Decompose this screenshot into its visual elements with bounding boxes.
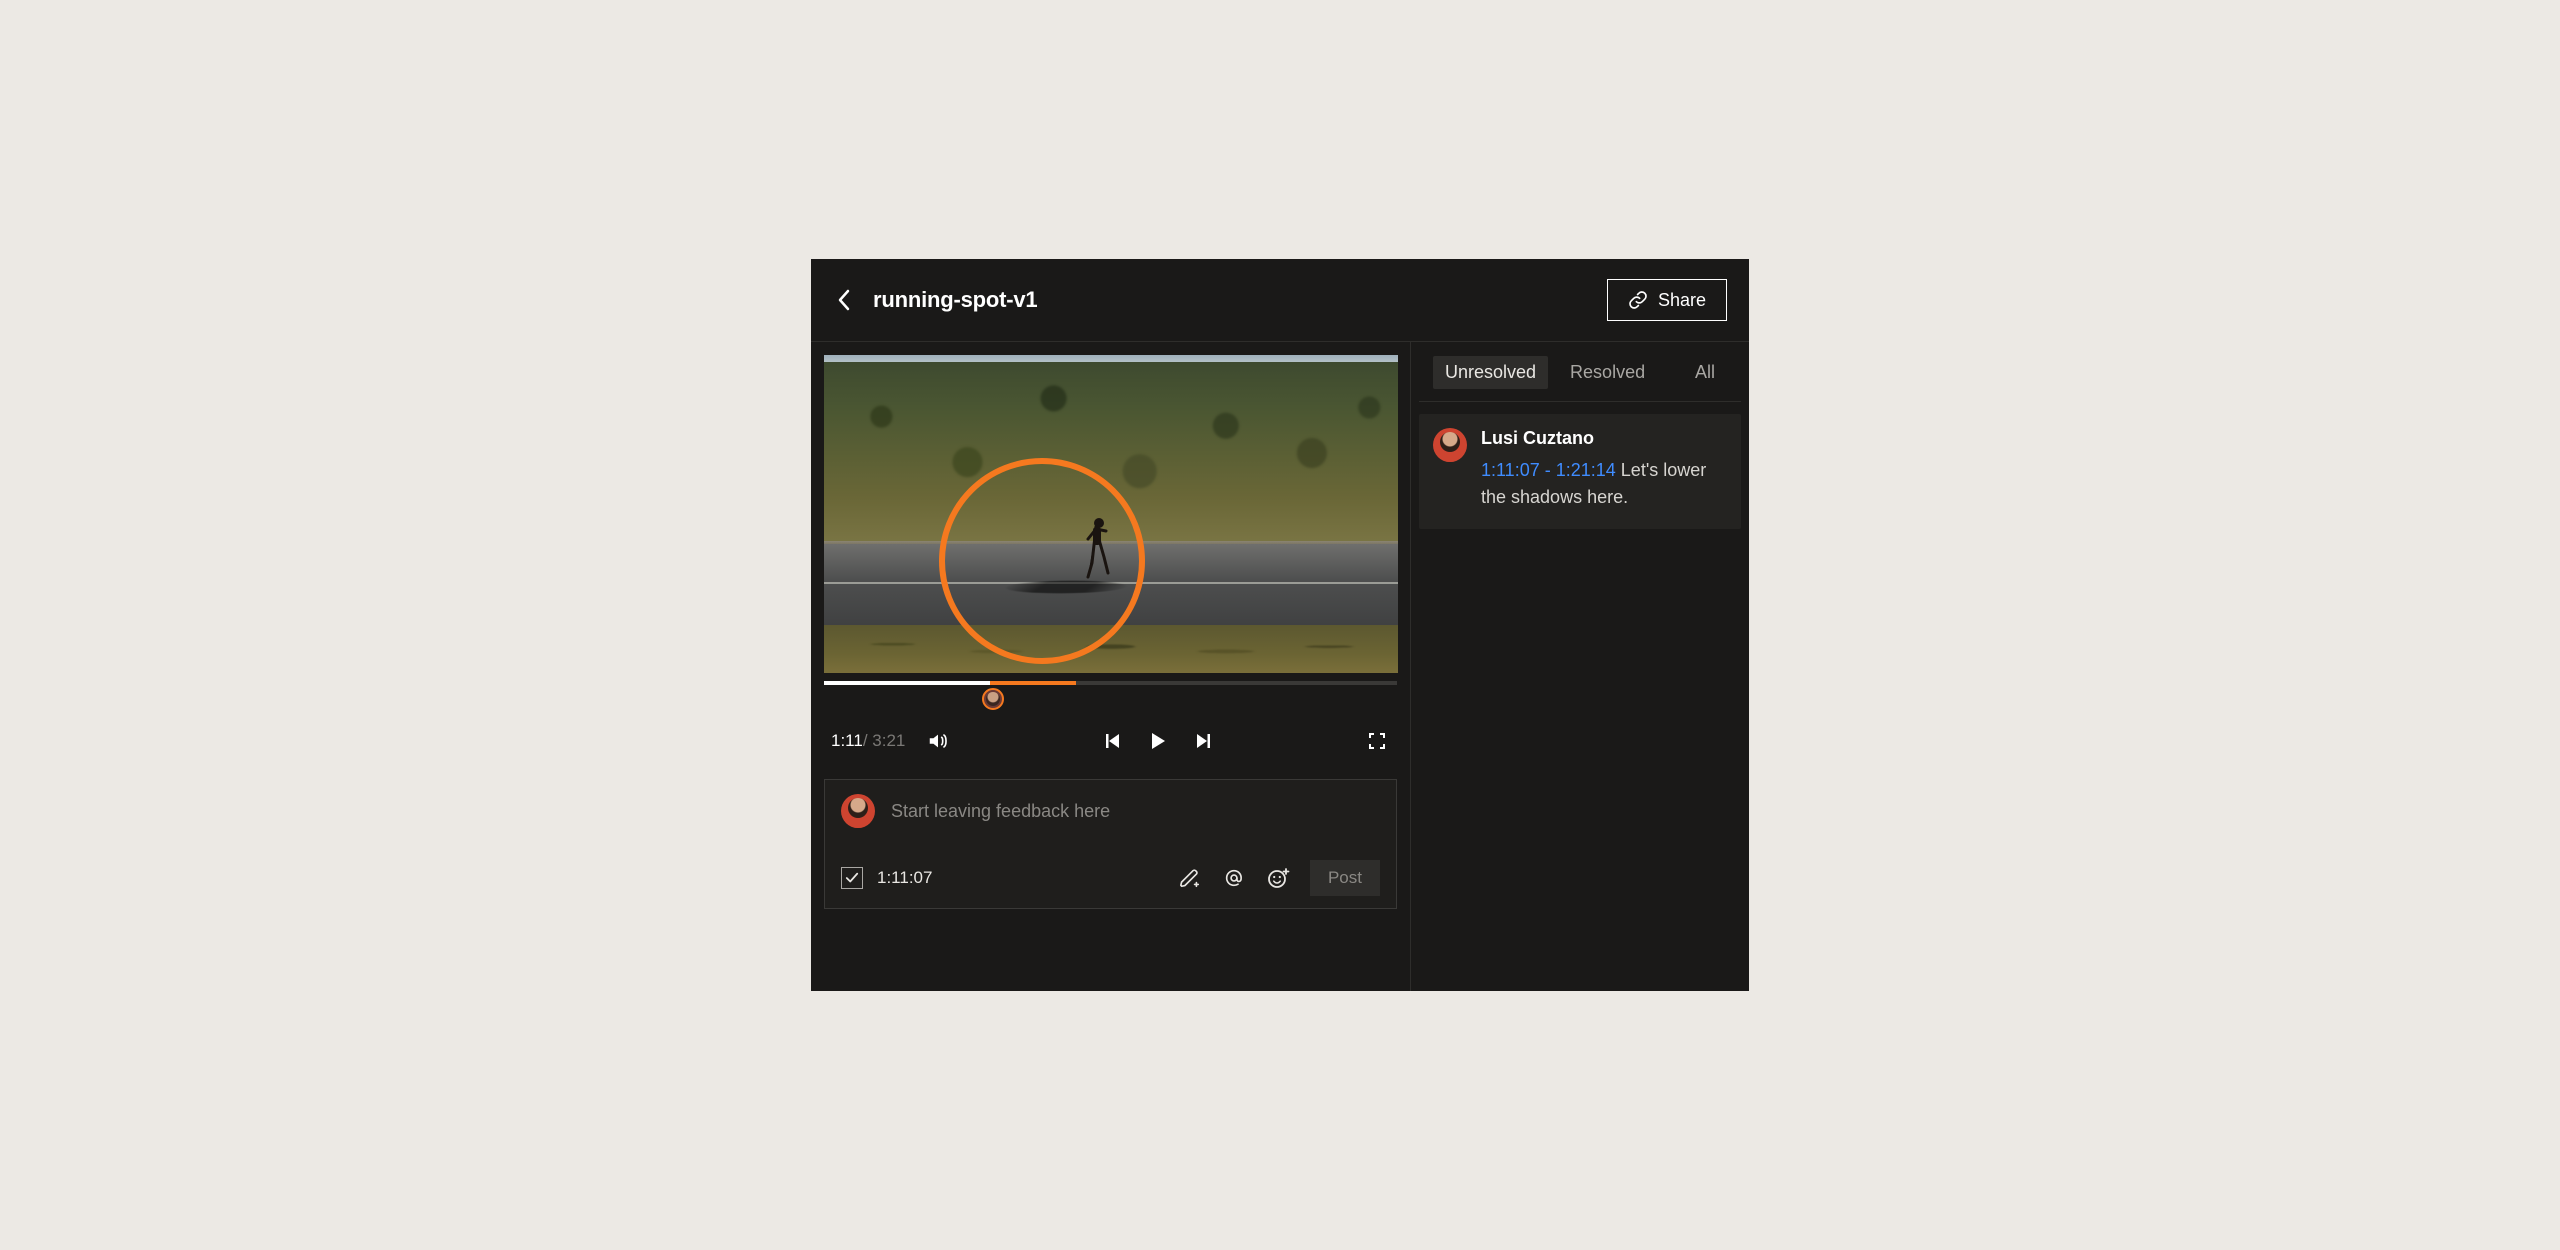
link-icon xyxy=(1628,290,1648,310)
player-controls: 1:11/ 3:21 xyxy=(811,713,1410,769)
pencil-plus-icon xyxy=(1179,867,1201,889)
composer-avatar xyxy=(841,794,875,828)
right-pane: Unresolved Resolved All Lusi Cuztano 1:1… xyxy=(1411,342,1749,991)
page-title: running-spot-v1 xyxy=(873,287,1037,313)
controls-left: 1:11/ 3:21 xyxy=(831,730,949,752)
post-button[interactable]: Post xyxy=(1310,860,1380,896)
left-pane: 1:11/ 3:21 xyxy=(811,342,1411,991)
share-label: Share xyxy=(1658,290,1706,311)
emoji-plus-icon xyxy=(1266,866,1290,890)
comment-author: Lusi Cuztano xyxy=(1481,428,1711,449)
fullscreen-icon xyxy=(1368,732,1386,750)
feedback-input[interactable] xyxy=(891,801,1380,822)
total-time: 3:21 xyxy=(872,731,905,750)
timeline-played xyxy=(824,681,990,685)
timeline-track[interactable] xyxy=(824,681,1397,685)
time-display: 1:11/ 3:21 xyxy=(831,731,905,751)
timestamp-label: 1:11:07 xyxy=(877,868,932,888)
chevron-left-icon xyxy=(837,289,851,311)
time-sep: / xyxy=(863,731,872,750)
timestamp-checkbox[interactable] xyxy=(841,867,863,889)
controls-center xyxy=(1103,730,1213,752)
draw-button[interactable] xyxy=(1178,866,1202,890)
play-icon xyxy=(1149,732,1167,750)
comment-filters: Unresolved Resolved All xyxy=(1419,342,1741,402)
timeline-comment-marker[interactable] xyxy=(982,688,1004,710)
comments-list: Lusi Cuztano 1:11:07 - 1:21:14 Let's low… xyxy=(1411,402,1749,541)
emoji-button[interactable] xyxy=(1266,866,1290,890)
check-icon xyxy=(845,871,859,885)
video-review-app: running-spot-v1 Share xyxy=(811,259,1749,991)
comment-body: Lusi Cuztano 1:11:07 - 1:21:14 Let's low… xyxy=(1481,428,1711,511)
filter-all[interactable]: All xyxy=(1683,356,1727,389)
comment-item[interactable]: Lusi Cuztano 1:11:07 - 1:21:14 Let's low… xyxy=(1419,414,1741,529)
annotation-circle[interactable] xyxy=(939,458,1145,664)
timeline-selection xyxy=(990,681,1076,685)
header: running-spot-v1 Share xyxy=(811,259,1749,341)
timestamp-group: 1:11:07 xyxy=(841,867,932,889)
header-left: running-spot-v1 xyxy=(833,287,1037,313)
video-wrap xyxy=(811,342,1410,673)
frame-forward-icon xyxy=(1193,732,1211,750)
play-button[interactable] xyxy=(1147,730,1169,752)
feedback-composer: 1:11:07 xyxy=(824,779,1397,909)
timeline xyxy=(811,673,1410,713)
frame-back-icon xyxy=(1105,732,1123,750)
composer-actions: Post xyxy=(1178,860,1380,896)
filter-unresolved[interactable]: Unresolved xyxy=(1433,356,1548,389)
at-icon xyxy=(1223,867,1245,889)
share-button[interactable]: Share xyxy=(1607,279,1727,321)
composer-top xyxy=(841,794,1380,828)
video-bg-sky xyxy=(824,355,1398,362)
back-button[interactable] xyxy=(833,289,855,311)
mention-button[interactable] xyxy=(1222,866,1246,890)
comment-avatar xyxy=(1433,428,1467,462)
comment-text: 1:11:07 - 1:21:14 Let's lower the shadow… xyxy=(1481,457,1711,511)
volume-button[interactable] xyxy=(927,730,949,752)
frame-back-button[interactable] xyxy=(1103,730,1125,752)
comment-time-range[interactable]: 1:11:07 - 1:21:14 xyxy=(1481,460,1616,480)
frame-forward-button[interactable] xyxy=(1191,730,1213,752)
composer-bottom: 1:11:07 xyxy=(841,860,1380,896)
fullscreen-button[interactable] xyxy=(1366,730,1388,752)
controls-right xyxy=(1366,730,1388,752)
volume-icon xyxy=(927,730,949,752)
current-time: 1:11 xyxy=(831,731,863,750)
filter-resolved[interactable]: Resolved xyxy=(1558,356,1657,389)
video-frame[interactable] xyxy=(824,355,1398,673)
body: 1:11/ 3:21 xyxy=(811,341,1749,991)
